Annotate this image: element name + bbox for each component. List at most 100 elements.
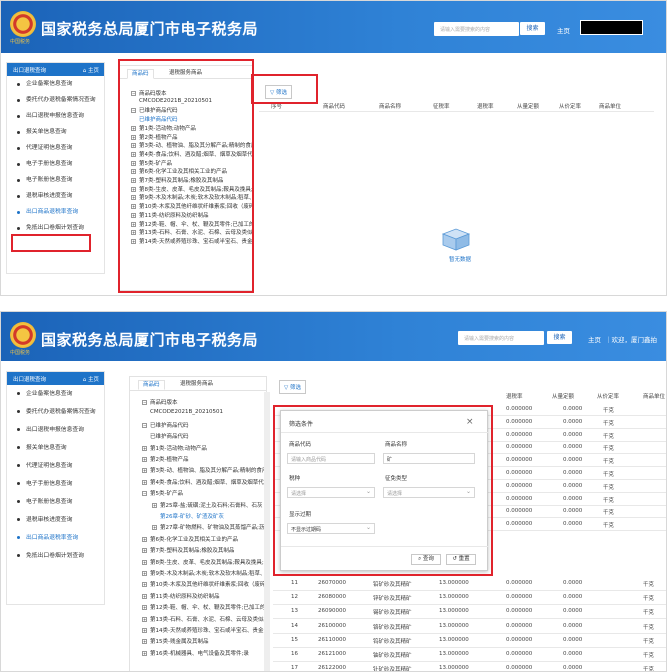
table-cell: 千克 — [603, 446, 615, 453]
expand-icon[interactable]: + — [142, 628, 147, 633]
tree-node[interactable]: + 第4类-食品;饮料、酒及醋;烟草、烟草及烟草代用 — [142, 478, 264, 486]
tree-node[interactable]: + 第25章-盐;硫磺;泥土及石料;石膏料、石灰 — [152, 501, 264, 509]
sidebar-item-filing-query[interactable]: 企业备案信息查询 — [7, 385, 104, 403]
sidebar-item-agent-filing[interactable]: 委托代办退税备案情况查询 — [7, 403, 104, 421]
tree-node[interactable]: + 第7类-塑料及其制品;橡胶及其制品 — [142, 546, 264, 554]
tree-node-label: 第3类-动、植物油、脂及其分解产品;精制的食用 — [150, 468, 264, 475]
table-cell: 16 — [291, 651, 298, 657]
filter-button-2[interactable]: ▽ 筛选 — [279, 380, 306, 394]
expand-icon[interactable]: + — [142, 445, 147, 451]
table-cell: 0.0000 — [563, 665, 583, 672]
table-cell: 13.000000 — [439, 651, 469, 657]
table-cell: 锡矿砂及其精矿 — [373, 610, 412, 617]
sidebar-item-handbook[interactable]: 电子手册信息查询 — [7, 156, 104, 172]
home-link[interactable]: 主页 — [557, 25, 570, 35]
tax-emblem-icon — [10, 11, 36, 37]
tree-node-label: CMCODE2021B_20210501 — [150, 409, 223, 416]
sidebar-item-rebate-rate[interactable]: 出口商品退税率查询 — [7, 204, 104, 220]
tree-node[interactable]: CMCODE2021B_20210501 — [150, 409, 264, 415]
expand-icon[interactable]: + — [142, 479, 147, 485]
tree-node[interactable]: + 第3类-动、植物油、脂及其分解产品;精制的食用 — [142, 466, 264, 474]
tree-node[interactable]: + 第13类-石料、石膏、水泥、石棉、云母及类似材 — [142, 615, 264, 623]
tree-scrollbar[interactable] — [264, 392, 270, 671]
tree-node[interactable]: + 第2类-植物产品 — [142, 455, 264, 463]
col-code: 商品代码 — [323, 104, 346, 110]
sidebar-item-rebate-rate[interactable]: 出口商品退税率查询 — [7, 529, 104, 547]
sidebar-item-handbook[interactable]: 电子手册信息查询 — [7, 475, 104, 493]
sidebar-item-audit[interactable]: 退税审核进度查询 — [7, 511, 104, 529]
tree-node[interactable]: + 第14类-天然或养殖珍珠、宝石或半宝石、贵金 — [142, 626, 264, 634]
tree-node[interactable]: 已维护商品代码 — [150, 432, 264, 440]
col-name: 商品名称 — [379, 104, 402, 110]
expand-icon[interactable]: + — [142, 582, 147, 588]
welcome-text: ｜欢迎，厦门鑫拍 — [605, 336, 657, 344]
product-tree-panel-2: 商品码 退税服务商品 − 商品码版本 CMCODE2021B_20210501− 已维… — [129, 376, 267, 671]
expand-icon[interactable]: + — [142, 650, 147, 656]
sidebar-item-agent-filing[interactable]: 委托代办退税备案情况查询 — [7, 92, 104, 108]
sidebar-item-audit[interactable]: 退税审核进度查询 — [7, 188, 104, 204]
highlight-dialog — [273, 405, 493, 576]
tree-node[interactable]: + 第8类-生皮、皮革、毛皮及其制品;鞍具及挽具;旅 — [142, 558, 264, 566]
table-cell: 26110000 — [318, 636, 346, 643]
expand-icon[interactable]: + — [152, 525, 157, 531]
table-row — [273, 646, 666, 648]
expand-icon[interactable]: + — [142, 559, 147, 565]
collapse-icon[interactable]: − — [142, 422, 147, 428]
sidebar-item-customs[interactable]: 报关单信息查询 — [7, 124, 104, 140]
table-cell: 12 — [291, 594, 298, 601]
tree-node[interactable]: + 第15类-贱金属及其制品 — [142, 637, 264, 645]
tree-node[interactable]: − 已维护商品代码 — [142, 421, 264, 429]
empty-text: 暂无数据 — [449, 257, 472, 263]
expand-icon[interactable]: + — [142, 536, 147, 542]
header-search-input-2[interactable]: 请输入需要搜索的内容 — [458, 331, 544, 345]
sidebar-item-agent-cert[interactable]: 代理证明信息查询 — [7, 457, 104, 475]
tree-node[interactable]: + 第27章-矿物燃料、矿物油及其蒸馏产品;沥 — [152, 523, 264, 531]
tree-node[interactable]: − 第5类-矿产品 — [142, 489, 264, 497]
tree-node[interactable]: + 第11类-纺织原料及纺织制品 — [142, 592, 264, 600]
table-cell: 千克 — [643, 667, 655, 672]
expand-icon[interactable]: + — [142, 571, 147, 576]
sidebar-item-ledger[interactable]: 电子账册信息查询 — [7, 493, 104, 511]
expand-icon[interactable]: + — [142, 548, 147, 554]
expand-icon[interactable]: + — [142, 468, 147, 474]
tree-node[interactable]: − 商品码版本 — [142, 398, 264, 406]
table-cell: 千克 — [603, 459, 615, 466]
sidebar-item-declaration[interactable]: 出口退税申报信息查询 — [7, 108, 104, 124]
sidebar-home-link-2[interactable]: ⌂ 主页 — [83, 375, 99, 383]
home-link-2[interactable]: 主页 — [588, 334, 601, 344]
sidebar-item-filing-query[interactable]: 企业备案信息查询 — [7, 76, 104, 92]
table-cell: 0.000000 — [506, 521, 533, 528]
header-search-button-2[interactable]: 搜索 — [547, 331, 572, 344]
tab-product-code[interactable]: 商品码 — [138, 380, 165, 390]
tree-node[interactable]: + 第9类-木及木制品;木炭;软木及软木制品;稻草、 — [142, 569, 264, 577]
tree-node[interactable]: 第26章-矿砂、矿渣及矿灰 — [160, 512, 264, 520]
sidebar-item-customs[interactable]: 报关单信息查询 — [7, 439, 104, 457]
tab-service-product[interactable]: 退税服务商品 — [176, 380, 217, 390]
header-search-input[interactable]: 请输入需要搜索的内容 — [434, 22, 519, 36]
expand-icon[interactable]: + — [142, 616, 147, 622]
collapse-icon[interactable]: − — [142, 491, 147, 497]
expand-icon[interactable]: + — [142, 605, 147, 611]
expand-icon[interactable]: + — [142, 593, 147, 599]
tree-node[interactable]: + 第10类-木浆及其他纤维状纤维素浆;回收（废碎 — [142, 580, 264, 588]
header-search-button[interactable]: 搜索 — [520, 22, 545, 35]
sidebar-heading-2: 出口退税查询 ⌂ 主页 — [7, 372, 104, 385]
tree-node[interactable]: + 第16类-机械器具、电气设备及其零件;录 — [142, 649, 264, 657]
tree-node[interactable]: + 第12类-鞋、帽、伞、杖、鞭及其零件;已加工的 — [142, 603, 264, 611]
sidebar-item-declaration[interactable]: 出口退税申报信息查询 — [7, 421, 104, 439]
tree-node[interactable]: + 第1类-活动物;动物产品 — [142, 444, 264, 452]
expand-icon[interactable]: + — [142, 639, 147, 645]
expand-icon[interactable]: + — [142, 457, 147, 462]
sidebar-item-agent-cert[interactable]: 代理证明信息查询 — [7, 140, 104, 156]
sidebar-home-link[interactable]: ⌂ 主页 — [83, 66, 99, 74]
table-cell: 0.000000 — [506, 622, 533, 629]
tree-node[interactable]: + 第6类-化学工业及其相关工业的产品 — [142, 535, 264, 543]
expand-icon[interactable]: + — [152, 502, 157, 508]
sidebar-item-cigarette[interactable]: 免抵出口卷烟计划查询 — [7, 547, 104, 565]
collapse-icon[interactable]: − — [142, 400, 147, 405]
table-cell: 千克 — [603, 497, 615, 504]
table-cell: 13.000000 — [439, 594, 469, 601]
tree-node-label: 第2类-植物产品 — [150, 457, 189, 463]
sidebar-item-ledger[interactable]: 电子账册信息查询 — [7, 172, 104, 188]
redacted-user-info — [580, 20, 643, 35]
